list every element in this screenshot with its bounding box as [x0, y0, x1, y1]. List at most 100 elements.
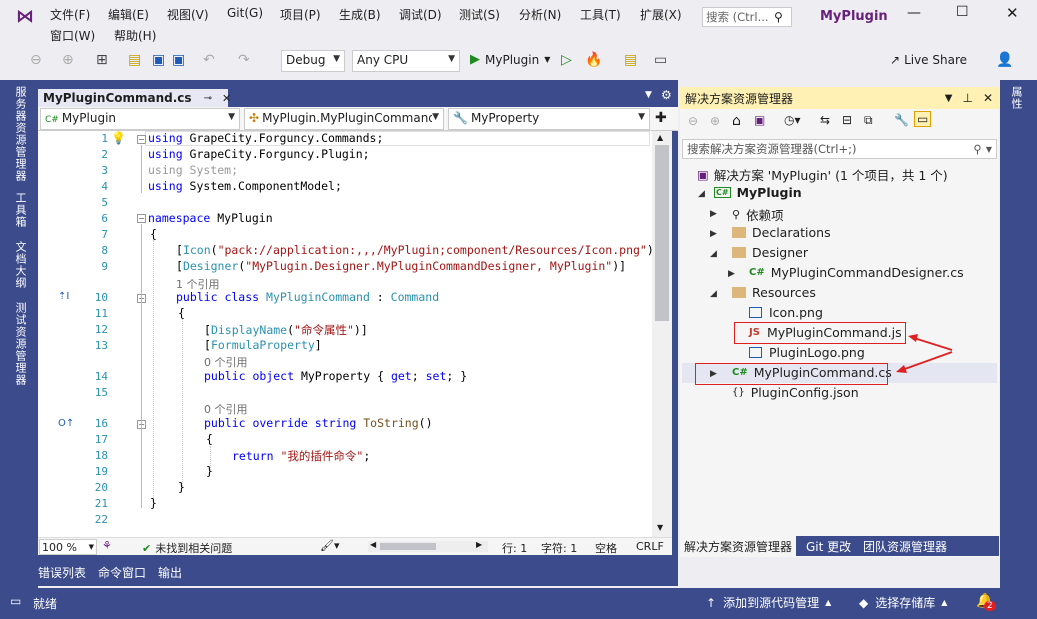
chevron-right-icon[interactable]: ▶ [710, 229, 717, 239]
close-button[interactable]: ✕ [1006, 4, 1019, 22]
menu-analyze[interactable]: 分析(N) [519, 6, 561, 23]
scroll-right-icon[interactable]: ▶ [476, 540, 482, 549]
collapse-all-icon[interactable]: ⊟ [842, 113, 852, 127]
close-icon[interactable]: ✕ [983, 91, 993, 105]
scroll-down-icon[interactable]: ▼ [657, 523, 663, 532]
tab-command-window[interactable]: 命令窗口 [98, 564, 146, 581]
tree-item-config-json[interactable]: {} PluginConfig.json [732, 385, 859, 400]
home-icon[interactable]: ⌂ [732, 113, 741, 129]
back-icon[interactable]: ⊖ [30, 52, 42, 68]
chevron-right-icon[interactable]: ▶ [710, 209, 717, 219]
line-ending[interactable]: CRLF [636, 540, 664, 553]
hot-reload-icon[interactable]: 🔥 [585, 52, 602, 68]
folder-icon[interactable]: ▤ [624, 52, 637, 68]
tree-item-logo-png[interactable]: PluginLogo.png [749, 345, 865, 360]
lightbulb-icon[interactable]: 💡 [111, 131, 126, 145]
tab-server-explorer[interactable]: 服务器资源管理器 [12, 86, 28, 182]
tree-item-resources[interactable]: Resources [732, 285, 816, 300]
maximize-button[interactable]: ☐ [956, 4, 969, 20]
collapse-toggle[interactable]: − [137, 214, 146, 223]
tab-toolbox[interactable]: 工具箱 [12, 192, 28, 228]
back-icon[interactable]: ⊖ [688, 114, 698, 128]
platform-select[interactable]: Any CPU ▼ [352, 50, 460, 72]
tree-item-icon-png[interactable]: Icon.png [749, 305, 823, 320]
menu-extensions[interactable]: 扩展(X) [640, 6, 682, 23]
menu-project[interactable]: 项目(P) [280, 6, 321, 23]
chevron-down-icon[interactable]: ▼ [986, 145, 992, 154]
nav-project-select[interactable]: C# MyPlugin ▼ [40, 108, 240, 130]
chevron-expanded-icon[interactable]: ◢ [710, 249, 717, 259]
undo-icon[interactable]: ↶ [203, 52, 215, 68]
select-repo-button[interactable]: ◆ 选择存储库 ▲ [859, 594, 947, 611]
menu-file[interactable]: 文件(F) [50, 6, 90, 23]
tab-document-outline[interactable]: 文档大纲 [12, 241, 28, 289]
tab-mypluginCommand-cs[interactable]: MyPluginCommand.cs ⊸ ✕ [38, 87, 231, 107]
tab-git-changes[interactable]: Git 更改 [806, 538, 851, 555]
zoom-select[interactable]: 100 % ▼ [39, 539, 97, 555]
config-select[interactable]: Debug ▼ [281, 50, 345, 72]
scroll-left-icon[interactable]: ◀ [370, 540, 376, 549]
tree-item-dependencies[interactable]: ⚲ 依赖项 [732, 205, 784, 224]
menu-build[interactable]: 生成(B) [339, 6, 381, 23]
tab-output[interactable]: 输出 [158, 564, 182, 581]
start-button[interactable]: ▶ MyPlugin ▼ [470, 52, 550, 67]
menu-git[interactable]: Git(G) [227, 6, 263, 20]
start-without-debug-icon[interactable]: ▷ [561, 52, 572, 68]
solution-explorer-search[interactable]: 搜索解决方案资源管理器(Ctrl+;) ⚲ ▼ [682, 139, 997, 159]
tree-item-declarations[interactable]: Declarations [732, 225, 831, 240]
horizontal-scrollbar[interactable]: ◀ ▶ [368, 540, 488, 552]
chevron-expanded-icon[interactable]: ◢ [710, 289, 717, 299]
pin-icon[interactable]: ⊥ [962, 91, 972, 105]
minimize-button[interactable]: — [907, 5, 921, 21]
notifications-button[interactable]: 🔔 2 [976, 593, 996, 611]
tab-test-explorer[interactable]: 测试资源管理器 [12, 302, 28, 386]
open-folder-icon[interactable]: ▤ [128, 52, 141, 68]
editor-vertical-scrollbar[interactable]: ▲ ▼ [652, 131, 672, 537]
tree-item-designer-cs[interactable]: C# MyPluginCommandDesigner.cs [749, 265, 964, 280]
tab-solution-explorer[interactable]: 解决方案资源管理器 [680, 536, 797, 556]
codelens-references[interactable]: 0 个引用 [204, 354, 248, 370]
add-source-control-button[interactable]: ↑ 添加到源代码管理 ▲ [706, 594, 831, 611]
tab-properties[interactable]: 属性 [1008, 86, 1024, 110]
issues-indicator[interactable]: ✔ 未找到相关问题 [142, 540, 232, 556]
preview-icon[interactable]: ▭ [914, 111, 932, 127]
sync-icon[interactable]: ⇆ [820, 113, 830, 127]
live-share-button[interactable]: ↗ Live Share [890, 53, 967, 67]
menu-view[interactable]: 视图(V) [167, 6, 209, 23]
new-item-icon[interactable]: ⊞ [96, 52, 108, 68]
nav-member-select[interactable]: 🔧 MyProperty ▼ [448, 108, 650, 130]
collapse-toggle[interactable]: − [137, 135, 146, 144]
scroll-up-icon[interactable]: ▲ [657, 133, 663, 142]
tab-error-list[interactable]: 错误列表 [38, 564, 86, 581]
history-icon[interactable]: ◷▾ [784, 113, 801, 127]
chevron-expanded-icon[interactable]: ◢ [698, 189, 705, 199]
tree-project[interactable]: C# MyPlugin [714, 185, 802, 200]
menu-edit[interactable]: 编辑(E) [108, 6, 149, 23]
tree-solution[interactable]: ▣ 解决方案 'MyPlugin' (1 个项目，共 1 个) [697, 165, 948, 184]
chevron-down-icon[interactable]: ▼ [945, 93, 953, 104]
scroll-thumb[interactable] [655, 145, 669, 321]
code-cleanup-icon[interactable]: 🖌▾ [320, 539, 340, 552]
menu-window[interactable]: 窗口(W) [50, 27, 95, 44]
save-all-icon[interactable]: ▣ [172, 52, 185, 68]
show-all-files-icon[interactable]: ⧉ [864, 113, 873, 128]
account-icon[interactable]: 👤 [996, 52, 1013, 68]
whitespace-mode[interactable]: 空格 [595, 540, 617, 556]
scroll-thumb[interactable] [380, 543, 436, 550]
intellicode-icon[interactable]: ⚘ [102, 539, 112, 552]
tab-team-explorer[interactable]: 团队资源管理器 [863, 538, 947, 555]
search-box[interactable]: 搜索 (Ctrl... ⚲ [702, 7, 792, 27]
close-icon[interactable]: ✕ [222, 92, 231, 105]
switch-views-icon[interactable]: ▣ [754, 113, 765, 127]
properties-icon[interactable]: 🔧 [894, 113, 909, 127]
tree-item-designer[interactable]: Designer [732, 245, 808, 260]
save-icon[interactable]: ▣ [152, 52, 165, 68]
forward-icon[interactable]: ⊕ [62, 52, 74, 68]
nav-type-select[interactable]: ✣ MyPlugin.MyPluginCommand ▼ [244, 108, 444, 130]
tab-list-icon[interactable]: ▼ [645, 90, 652, 100]
menu-tools[interactable]: 工具(T) [580, 6, 621, 23]
menu-help[interactable]: 帮助(H) [114, 27, 156, 44]
chevron-right-icon[interactable]: ▶ [728, 269, 735, 279]
window-layout-icon[interactable]: ▭ [654, 52, 667, 68]
redo-icon[interactable]: ↷ [238, 52, 250, 68]
